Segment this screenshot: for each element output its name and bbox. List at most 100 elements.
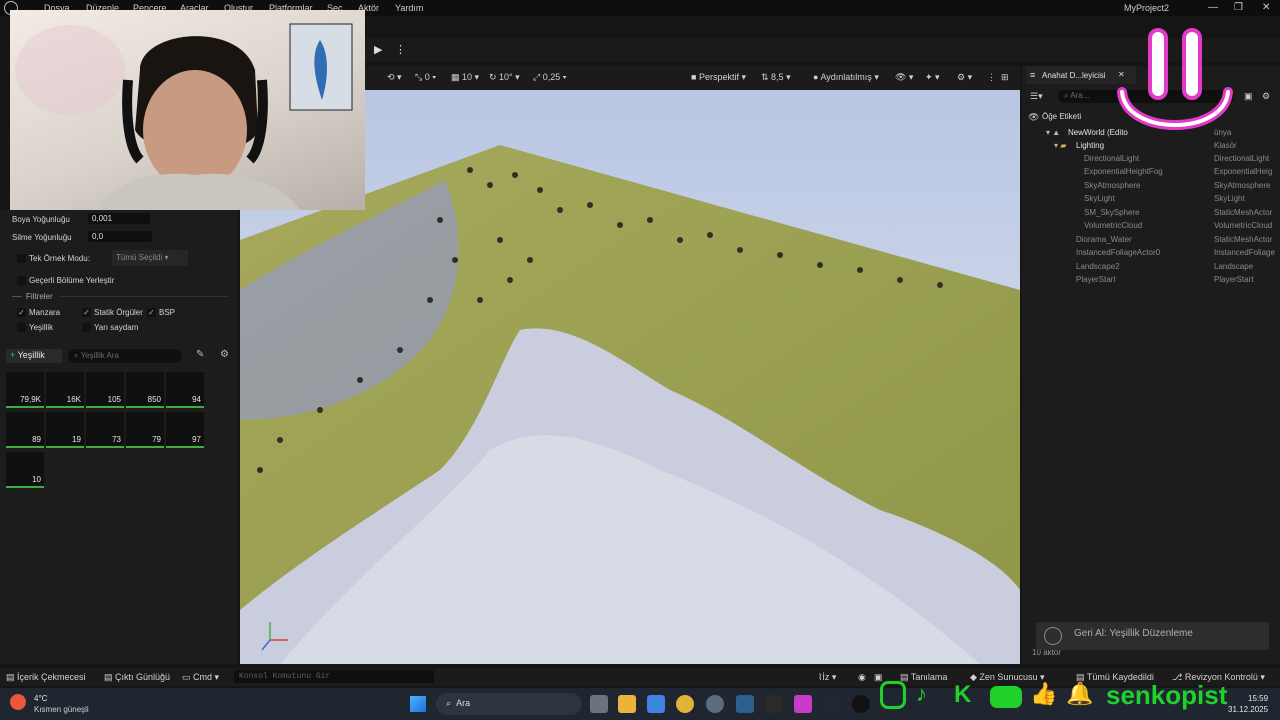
foliage-tile[interactable]: 73 [86, 412, 124, 448]
play-icon[interactable]: ▶ [374, 43, 382, 56]
output-log-button[interactable]: ▤ Çıktı Günlüğü [104, 672, 170, 683]
foliage-tile-count: 850 [147, 395, 161, 404]
filter-foliage-checkbox[interactable] [17, 323, 26, 332]
camera-speed-button[interactable]: ⇅ 8,5 ▾ [761, 72, 791, 83]
snap-translate-value: 0 [424, 72, 430, 82]
foliage-search-input[interactable]: ⌕ Yeşillik Ara [68, 349, 182, 363]
outliner-settings-icon[interactable]: ⚙ [1262, 91, 1270, 102]
foliage-tile[interactable]: 79,9K [6, 372, 44, 408]
filter-static-mesh-checkbox[interactable]: ✓ [82, 308, 91, 317]
foliage-tile[interactable]: 79 [126, 412, 164, 448]
steam-app-icon[interactable] [823, 695, 841, 713]
paint-density-field[interactable]: 0,001 [88, 213, 150, 224]
obs-icon[interactable] [794, 695, 812, 713]
task-view-icon[interactable] [590, 695, 608, 713]
scale-snap-button[interactable]: ⤢ 0,25 ▾ [533, 72, 567, 83]
place-in-level-checkbox[interactable] [17, 276, 26, 285]
filter-landscape-checkbox[interactable]: ✓ [17, 308, 26, 317]
viewport-settings-icon[interactable]: ⚙ ▾ [957, 72, 972, 83]
taskbar-search[interactable]: ⌕ Ara [436, 693, 582, 715]
grid-snap-button[interactable]: ▦ 10 ▾ [451, 72, 479, 83]
snap-translate-button[interactable]: ⤡ 0 ▾ [415, 72, 436, 83]
transform-mode-icon[interactable]: ⟲ ▾ [387, 72, 402, 83]
foliage-tile[interactable]: 19 [46, 412, 84, 448]
single-instance-checkbox[interactable] [17, 254, 26, 263]
outliner-row-name: SM_SkySphere [1084, 208, 1140, 217]
record-icon[interactable]: ◉ [858, 672, 866, 683]
viewport-more-icon[interactable]: ⋮ [987, 72, 996, 83]
outliner-row-type: VolumetricCloud [1214, 221, 1273, 230]
perspective-label: Perspektif [698, 72, 739, 82]
foliage-tile[interactable]: 94 [166, 372, 204, 408]
visualize-icon[interactable]: ✦ ▾ [925, 72, 940, 83]
lighting-mode-button[interactable]: ● Aydınlatılmış ▾ [813, 72, 879, 83]
visibility-icon[interactable]: 👁 [1028, 112, 1039, 123]
viewport-layout-icon[interactable]: ⊞ [1001, 72, 1009, 83]
outliner-row[interactable]: PlayerStart PlayerStart [1022, 274, 1280, 287]
plus-icon: + [10, 350, 16, 360]
erase-density-label: Silme Yoğunluğu [12, 233, 72, 242]
outliner-row[interactable]: SkyLight SkyLight [1022, 193, 1280, 206]
weather-icon[interactable] [10, 694, 26, 710]
outliner-row-name: PlayerStart [1076, 275, 1116, 284]
foliage-tile[interactable]: 105 [86, 372, 124, 408]
rotate-snap-button[interactable]: ↻ 10° ▾ [489, 72, 520, 83]
discord-icon[interactable] [706, 695, 724, 713]
folder-icon: ▾ ▰ [1054, 141, 1067, 150]
single-instance-value: Tümü Seçildi [116, 253, 163, 262]
filter-icon[interactable]: ☰▾ [1030, 91, 1043, 102]
file-explorer-icon[interactable] [618, 695, 636, 713]
filter-bsp-checkbox[interactable]: ✓ [147, 308, 156, 317]
foliage-tile[interactable]: 850 [126, 372, 164, 408]
outliner-row[interactable]: SkyAtmosphere SkyAtmosphere [1022, 180, 1280, 193]
new-folder-icon[interactable]: ▣ [1244, 91, 1253, 102]
steam-icon[interactable] [736, 695, 754, 713]
outliner-row-name: InstancedFoliageActor0 [1076, 248, 1161, 257]
outliner-row[interactable]: InstancedFoliageActor0 InstancedFoliage [1022, 247, 1280, 260]
outliner-tab-title: Anahat D...leyicisi [1042, 71, 1106, 80]
single-instance-dropdown[interactable]: Tümü Seçildi ▾ [112, 250, 188, 266]
foliage-tile[interactable]: 16K [46, 372, 84, 408]
foliage-tile-count: 94 [192, 395, 201, 404]
close-icon[interactable]: ✕ [1262, 2, 1270, 13]
erase-density-field[interactable]: 0,0 [88, 231, 152, 242]
outliner-row[interactable]: SM_SkySphere StaticMeshActor [1022, 207, 1280, 220]
foliage-tile[interactable]: 89 [6, 412, 44, 448]
show-flags-icon[interactable]: 👁 ▾ [895, 72, 913, 83]
foliage-tile-count: 73 [112, 435, 121, 444]
place-in-level-label: Geçerli Bölüme Yerleştir [29, 276, 115, 285]
webcam-person [15, 23, 353, 210]
trace-button[interactable]: ⌇İz ▾ [818, 672, 836, 683]
cmd-dropdown[interactable]: ▭ Cmd ▾ [182, 672, 219, 683]
notification-bell-icon: 🔔 [1066, 681, 1094, 706]
filter-translucent-checkbox[interactable] [82, 323, 91, 332]
unreal-engine-icon[interactable] [852, 695, 870, 713]
content-drawer-button[interactable]: ▤ İçerik Çekmecesi [6, 672, 86, 683]
foliage-settings-icon[interactable]: ⚙ [220, 349, 229, 360]
outliner-row[interactable]: ExponentialHeightFog ExponentialHeig [1022, 166, 1280, 179]
minimize-icon[interactable]: — [1208, 2, 1218, 13]
taskbar-search-label: Ara [456, 698, 471, 708]
epic-games-icon[interactable] [765, 695, 783, 713]
streamer-handle: senkopist [1106, 680, 1228, 710]
windows-start-icon[interactable] [410, 696, 426, 712]
outliner-row[interactable]: Diorama_Water StaticMeshActor [1022, 234, 1280, 247]
more-options-icon[interactable]: ⋮ [395, 43, 406, 56]
perspective-button[interactable]: ■ Perspektif ▾ [691, 72, 746, 83]
outliner-row[interactable]: VolumetricCloud VolumetricCloud [1022, 220, 1280, 233]
foliage-tile[interactable]: 10 [6, 452, 44, 488]
store-icon[interactable] [647, 695, 665, 713]
add-foliage-button[interactable]: + Yeşillik [6, 349, 62, 363]
outliner-row-name: ExponentialHeightFog [1084, 167, 1163, 176]
outliner-row[interactable]: Landscape2 Landscape [1022, 261, 1280, 274]
screenshot-icon[interactable]: ▣ [874, 672, 883, 683]
console-input[interactable]: Konsol Komutunu Gir [234, 670, 434, 683]
smiley-logo [1117, 28, 1233, 130]
maximize-icon[interactable]: ❐ [1234, 2, 1243, 13]
outliner-row-name: Landscape2 [1076, 262, 1120, 271]
paint-brush-icon[interactable]: ✎ [196, 349, 204, 360]
menu-help[interactable]: Yardım [395, 3, 423, 13]
foliage-tile[interactable]: 97 [166, 412, 204, 448]
chrome-icon[interactable] [676, 695, 694, 713]
content-drawer-label: İçerik Çekmecesi [17, 672, 86, 682]
